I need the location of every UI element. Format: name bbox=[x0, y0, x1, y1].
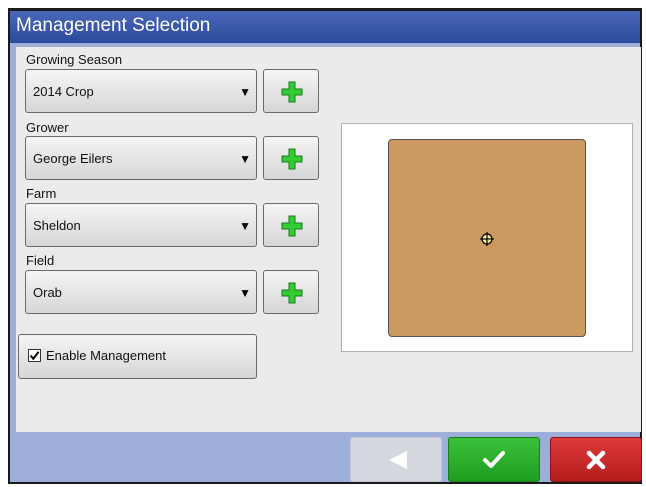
grower-dropdown[interactable]: George Eilers ▼ bbox=[25, 136, 257, 180]
grower-label: Grower bbox=[26, 120, 69, 135]
field-label: Field bbox=[26, 253, 55, 268]
checkmark-icon bbox=[29, 351, 40, 361]
add-growing-season-button[interactable] bbox=[263, 69, 319, 113]
crosshair-icon bbox=[480, 232, 494, 246]
grower-value: George Eilers bbox=[33, 151, 113, 166]
x-icon bbox=[586, 450, 606, 470]
growing-season-value: 2014 Crop bbox=[33, 84, 94, 99]
enable-management-label: Enable Management bbox=[46, 348, 166, 363]
field-dropdown[interactable]: Orab ▼ bbox=[25, 270, 257, 314]
triangle-down-icon: ▼ bbox=[239, 152, 251, 166]
plus-icon bbox=[281, 81, 303, 103]
add-grower-button[interactable] bbox=[263, 136, 319, 180]
enable-management-toggle[interactable]: Enable Management bbox=[18, 334, 257, 379]
title-bar: Management Selection bbox=[10, 11, 640, 43]
triangle-down-icon: ▼ bbox=[239, 286, 251, 300]
enable-management-checkbox[interactable] bbox=[28, 349, 41, 362]
arrow-left-icon bbox=[389, 451, 407, 469]
triangle-down-icon: ▼ bbox=[239, 85, 251, 99]
field-boundary bbox=[388, 139, 586, 337]
cancel-button[interactable] bbox=[550, 437, 642, 482]
triangle-down-icon: ▼ bbox=[239, 219, 251, 233]
add-field-button[interactable] bbox=[263, 270, 319, 314]
checkmark-icon bbox=[483, 451, 505, 468]
plus-icon bbox=[281, 215, 303, 237]
growing-season-dropdown[interactable]: 2014 Crop ▼ bbox=[25, 69, 257, 113]
field-value: Orab bbox=[33, 285, 62, 300]
growing-season-label: Growing Season bbox=[26, 52, 123, 67]
accept-button[interactable] bbox=[448, 437, 540, 482]
plus-icon bbox=[281, 148, 303, 170]
farm-dropdown[interactable]: Sheldon ▼ bbox=[25, 203, 257, 247]
window-title: Management Selection bbox=[16, 15, 211, 36]
farm-value: Sheldon bbox=[33, 218, 81, 233]
back-button[interactable] bbox=[350, 437, 442, 482]
plus-icon bbox=[281, 282, 303, 304]
field-map-preview bbox=[341, 123, 633, 352]
add-farm-button[interactable] bbox=[263, 203, 319, 247]
farm-label: Farm bbox=[26, 186, 57, 201]
